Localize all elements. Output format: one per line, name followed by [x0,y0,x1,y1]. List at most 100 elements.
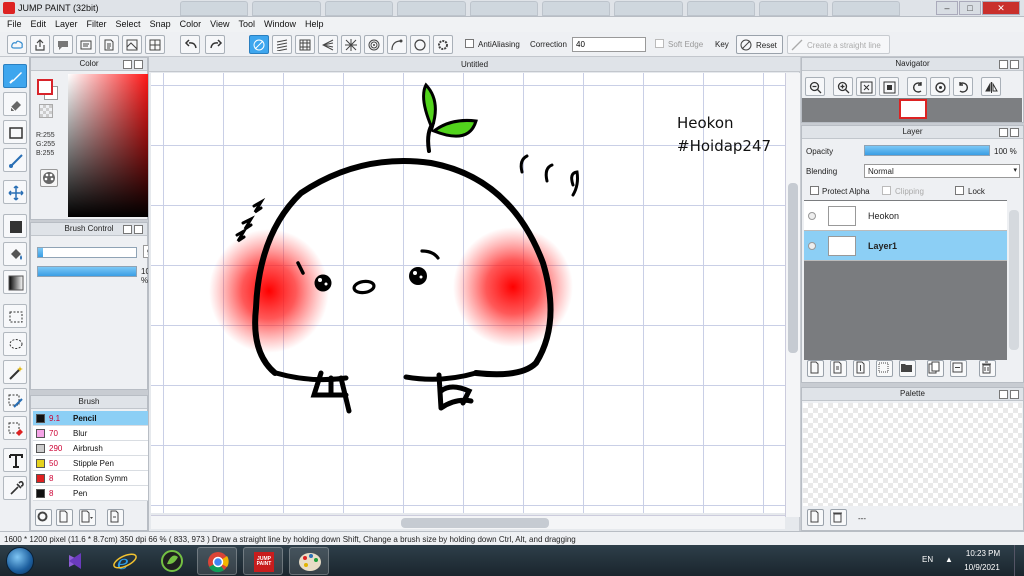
menu-tool[interactable]: Tool [235,17,261,32]
new-raster-layer-icon[interactable] [830,360,847,377]
menu-snap[interactable]: Snap [147,17,177,32]
vertical-scroll-thumb[interactable] [788,183,798,353]
redo-icon[interactable] [205,35,225,54]
show-desktop-button[interactable] [1014,545,1024,576]
fit-window-icon[interactable] [856,77,876,96]
rotate-right-icon[interactable] [953,77,973,96]
minimize-button[interactable]: – [936,1,958,15]
brush-list-item[interactable]: 70 Blur [33,426,159,441]
concentric-icon[interactable] [364,35,384,54]
visual-studio-icon[interactable] [55,547,95,575]
visibility-toggle-icon[interactable] [808,212,816,220]
layer-list-scrollbar[interactable] [1009,210,1019,350]
paint-palette-icon[interactable] [289,547,329,575]
horizontal-scroll-thumb[interactable] [401,518,549,528]
canvas-vertical-scrollbar[interactable] [785,73,800,517]
perspective-icon[interactable] [318,35,338,54]
radial-icon[interactable] [341,35,361,54]
grid-snap-icon[interactable] [295,35,315,54]
comment-icon[interactable] [53,35,73,54]
new-palette-color-icon[interactable] [807,509,824,526]
delete-layer-icon[interactable] [979,360,996,377]
app-leaf-icon[interactable] [152,547,192,575]
undo-icon[interactable] [180,35,200,54]
palette-icon[interactable] [40,169,58,187]
chrome-icon[interactable] [197,547,237,575]
rotate-left-icon[interactable] [907,77,927,96]
document-icon[interactable] [99,35,119,54]
eyedropper-tool-icon[interactable] [3,476,27,500]
windows-start-icon[interactable] [6,547,34,575]
delete-palette-color-icon[interactable] [830,509,847,526]
clock-date[interactable]: 10/9/2021 [960,563,1004,572]
zoom-out-icon[interactable] [805,77,825,96]
menu-view[interactable]: View [207,17,235,32]
snap-settings-icon[interactable] [433,35,453,54]
eraser-tool-icon[interactable] [3,92,27,116]
brush-list-item[interactable]: 8 Rotation Symm [33,471,159,486]
internet-explorer-icon[interactable]: e [105,547,145,575]
new-layer-icon[interactable] [807,360,824,377]
menu-select[interactable]: Select [113,17,147,32]
canvas-horizontal-scrollbar[interactable] [151,515,785,529]
rect-select-tool-icon[interactable] [3,304,27,328]
brush-list-item[interactable]: 290 Airbrush [33,441,159,456]
brush-size-slider[interactable] [37,247,137,258]
cloud-icon[interactable] [7,35,27,54]
selection-eraser-tool-icon[interactable] [3,416,27,440]
brush-menu-icon[interactable] [79,509,96,526]
snap-off-icon[interactable] [249,35,269,54]
brush-opacity-slider[interactable] [37,266,137,277]
screentone-layer-icon[interactable] [876,360,893,377]
circle-snap-icon[interactable] [410,35,430,54]
reset-button[interactable]: Reset [736,35,783,54]
new-brush-icon[interactable] [56,509,73,526]
drawing-canvas[interactable]: Heokon #Hoidap247 [151,73,785,513]
canvas-tab[interactable]: Untitled [149,57,800,72]
language-indicator[interactable]: EN [922,555,933,564]
magic-wand-tool-icon[interactable] [3,360,27,384]
duplicate-layer-icon[interactable] [927,360,944,377]
correction-select[interactable] [572,37,646,52]
move-tool-icon[interactable] [3,180,27,204]
lock-checkbox[interactable] [955,186,964,195]
menu-edit[interactable]: Edit [28,17,53,32]
blending-select[interactable]: Normal ▾ [864,164,1020,178]
tray-expand-icon[interactable]: ▲ [945,555,953,564]
menu-file[interactable]: File [4,17,28,32]
merge-layer-icon[interactable] [950,360,967,377]
new-1bit-layer-icon[interactable] [853,360,870,377]
canvas-icon[interactable] [122,35,142,54]
folder-icon[interactable] [899,360,916,377]
gradient-tool-icon[interactable] [3,270,27,294]
menu-filter[interactable]: Filter [84,17,113,32]
rectangle-tool-icon[interactable] [3,120,27,144]
protect-alpha-checkbox[interactable] [810,186,819,195]
layer-row[interactable]: Layer1 [804,231,1007,261]
antialiasing-checkbox[interactable] [465,39,474,48]
brush-import-icon[interactable] [107,509,124,526]
brush-list-item[interactable]: 8 Pen [33,486,159,501]
brush-list-item[interactable]: 50 Stipple Pen [33,456,159,471]
foreground-color-swatch[interactable] [37,79,53,95]
share-icon[interactable] [30,35,50,54]
grid-icon[interactable] [145,35,165,54]
line-tool-icon[interactable] [3,148,27,172]
fill-rect-tool-icon[interactable] [3,214,27,238]
brush-tool-icon[interactable] [3,64,27,88]
transparent-color-swatch[interactable] [39,104,53,118]
clock-time[interactable]: 10:23 PM [962,549,1004,558]
layer-opacity-slider[interactable] [864,145,990,156]
message-icon[interactable] [76,35,96,54]
selection-pen-tool-icon[interactable] [3,388,27,412]
zoom-in-icon[interactable] [833,77,853,96]
bucket-tool-icon[interactable] [3,242,27,266]
text-tool-icon[interactable] [3,448,27,472]
flip-horizontal-icon[interactable] [981,77,1001,96]
navigator-preview[interactable] [802,98,1022,122]
saturation-value-picker[interactable] [68,74,156,217]
parallel-lines-icon[interactable] [272,35,292,54]
visibility-toggle-icon[interactable] [808,242,816,250]
menu-layer[interactable]: Layer [52,17,84,32]
menu-color[interactable]: Color [177,17,208,32]
